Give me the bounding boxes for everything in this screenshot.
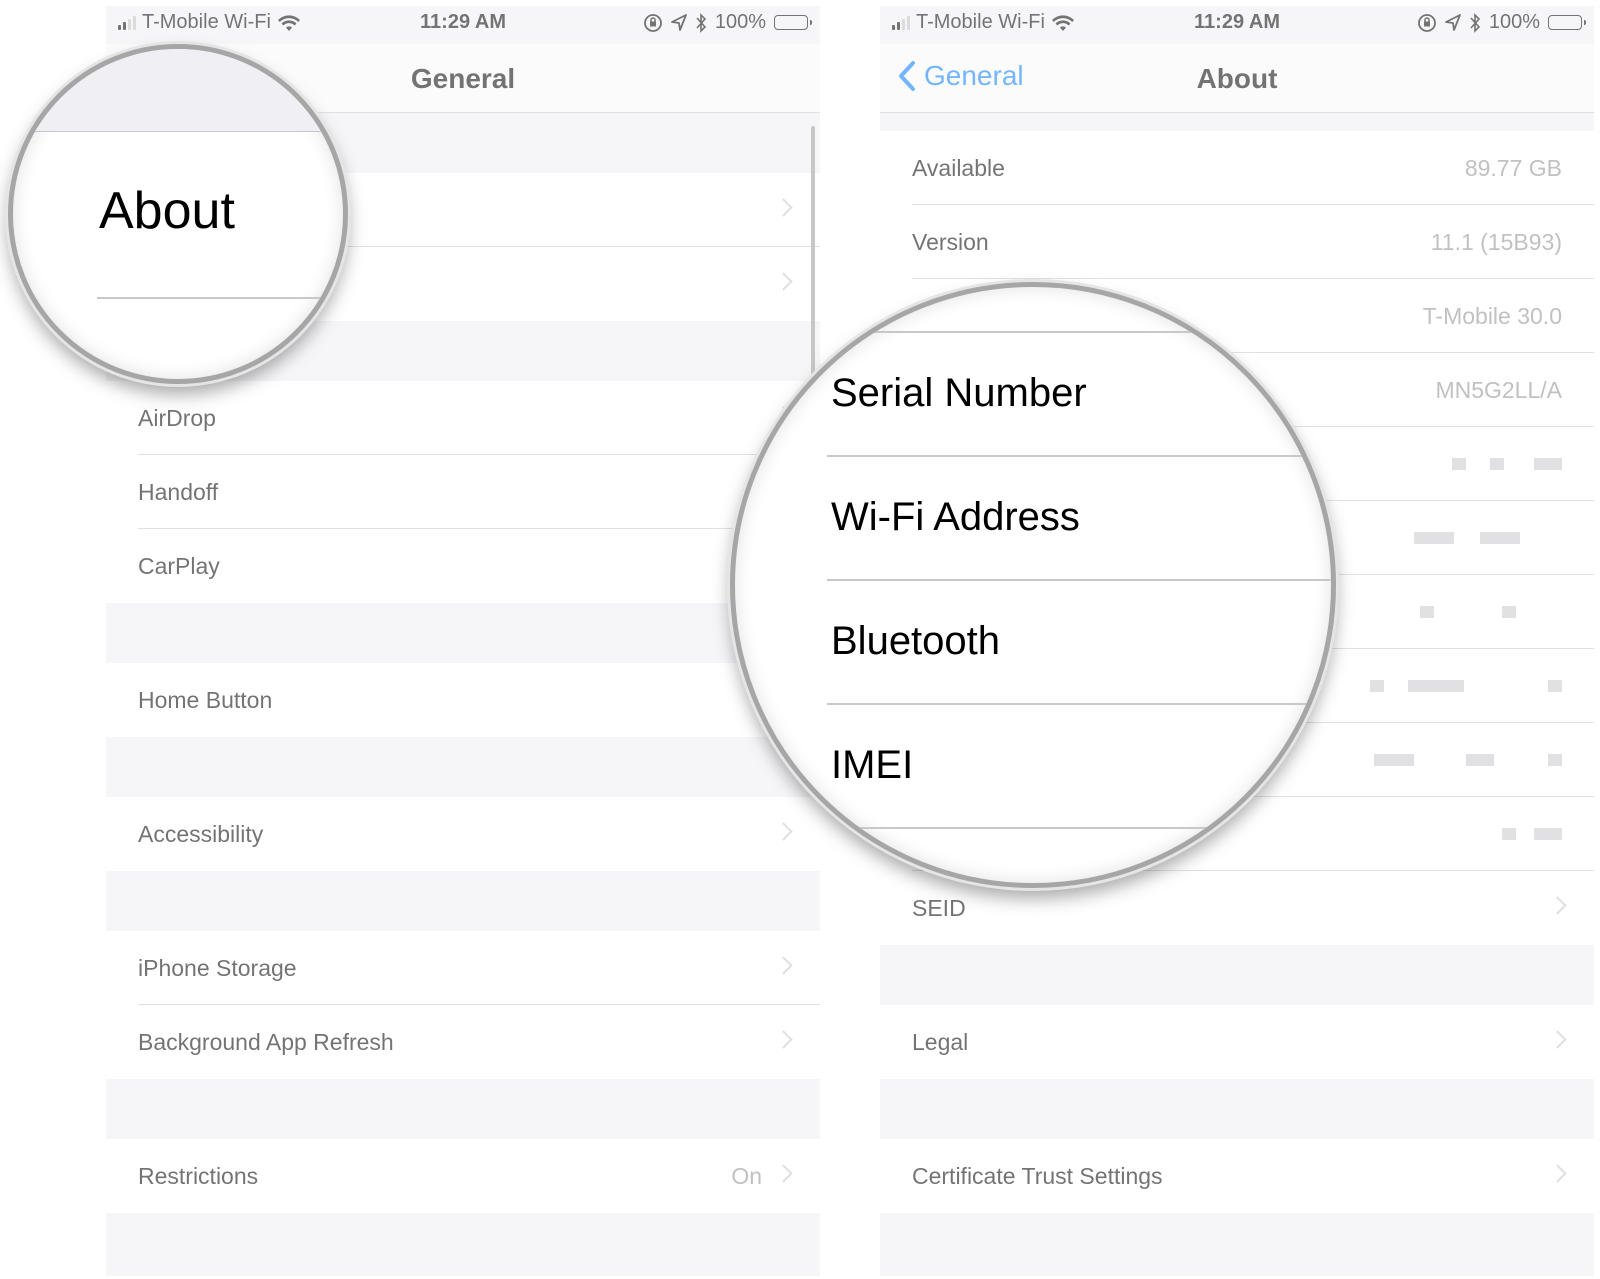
- status-right-indicators: 100%: [1417, 11, 1586, 34]
- row-value: MN5G2LL/A: [1435, 376, 1562, 403]
- redacted-value: [1502, 606, 1516, 618]
- status-bar: T-Mobile Wi-Fi 11:29 AM 100%: [106, 6, 820, 44]
- redacted-value: [1420, 606, 1434, 618]
- magnified-wifi-address: Wi-Fi Address: [831, 495, 1080, 539]
- redacted-value: [1452, 458, 1466, 470]
- nav-title: About: [1196, 63, 1278, 94]
- row-label: Home Button: [138, 686, 273, 713]
- chevron-right-icon: [774, 1030, 793, 1049]
- carrier-indicator: T-Mobile Wi-Fi: [118, 11, 301, 34]
- settings-row-restrictions[interactable]: Restrictions On: [106, 1139, 820, 1213]
- row-label: Restrictions: [138, 1162, 259, 1189]
- location-icon: [670, 13, 687, 31]
- row-value: T-Mobile 30.0: [1422, 302, 1562, 329]
- wifi-icon: [1051, 14, 1074, 31]
- redacted-value: [1548, 754, 1562, 766]
- row-label: Background App Refresh: [138, 1028, 394, 1055]
- settings-row-carplay[interactable]: CarPlay: [106, 529, 820, 603]
- row-label: SEID: [912, 894, 966, 921]
- about-row-version: Version 11.1 (15B93): [880, 205, 1594, 279]
- redacted-value: [1534, 828, 1562, 840]
- wifi-icon: [277, 14, 300, 31]
- bluetooth-icon: [1470, 12, 1480, 33]
- status-bar: T-Mobile Wi-Fi 11:29 AM 100%: [880, 6, 1594, 44]
- row-label: Version: [912, 228, 989, 255]
- settings-row-iphone-storage[interactable]: iPhone Storage: [106, 931, 820, 1005]
- chevron-right-icon: [774, 1164, 793, 1183]
- settings-row-handoff[interactable]: Handoff: [106, 455, 820, 529]
- magnifier-identifiers: Serial Number Wi-Fi Address Bluetooth IM…: [730, 282, 1336, 888]
- carrier-indicator: T-Mobile Wi-Fi: [892, 11, 1075, 34]
- about-row-certificate-trust-settings[interactable]: Certificate Trust Settings: [880, 1139, 1594, 1213]
- redacted-value: [1548, 680, 1562, 692]
- row-label: AirDrop: [138, 404, 216, 431]
- scroll-indicator: [811, 126, 815, 376]
- cellular-signal-icon: [892, 15, 910, 30]
- row-label: Available: [912, 154, 1005, 181]
- settings-row-airdrop[interactable]: AirDrop: [106, 381, 820, 455]
- status-right-indicators: 100%: [643, 11, 812, 34]
- about-row-available: Available 89.77 GB: [880, 131, 1594, 205]
- orientation-lock-icon: [643, 13, 662, 32]
- chevron-right-icon: [774, 272, 793, 291]
- battery-icon: [1548, 15, 1586, 30]
- redacted-value: [1534, 458, 1562, 470]
- magnified-serial-number: Serial Number: [831, 371, 1087, 415]
- row-value: 89.77 GB: [1464, 154, 1562, 181]
- redacted-value: [1370, 680, 1384, 692]
- settings-row-home-button[interactable]: Home Button: [106, 663, 820, 737]
- battery-icon: [774, 15, 812, 30]
- chevron-right-icon: [1548, 896, 1567, 915]
- location-icon: [1444, 13, 1461, 31]
- row-label: Legal: [912, 1028, 969, 1055]
- magnifier-about: About: [8, 44, 348, 384]
- row-value: 11.1 (15B93): [1430, 228, 1562, 255]
- redacted-value: [1408, 680, 1464, 692]
- row-label: iPhone Storage: [138, 954, 297, 981]
- settings-row-background-app-refresh[interactable]: Background App Refresh: [106, 1005, 820, 1079]
- battery-percent: 100%: [714, 11, 766, 33]
- navigation-bar: General About: [880, 44, 1594, 113]
- battery-percent: 100%: [1488, 11, 1540, 33]
- redacted-value: [1490, 458, 1504, 470]
- redacted-value: [1480, 532, 1520, 544]
- settings-row-accessibility[interactable]: Accessibility: [106, 797, 820, 871]
- redacted-value: [1466, 754, 1494, 766]
- chevron-right-icon: [774, 956, 793, 975]
- carrier-name: T-Mobile Wi-Fi: [142, 11, 271, 33]
- chevron-right-icon: [1548, 1164, 1567, 1183]
- cellular-signal-icon: [118, 15, 136, 30]
- carrier-name: T-Mobile Wi-Fi: [916, 11, 1045, 33]
- chevron-right-icon: [774, 198, 793, 217]
- row-label: Certificate Trust Settings: [912, 1162, 1163, 1189]
- row-label: Accessibility: [138, 820, 264, 847]
- chevron-right-icon: [774, 822, 793, 841]
- row-value: On: [731, 1162, 762, 1189]
- bluetooth-icon: [696, 12, 706, 33]
- chevron-right-icon: [1548, 1030, 1567, 1049]
- magnified-imei: IMEI: [831, 743, 914, 787]
- row-label: Handoff: [138, 478, 219, 505]
- redacted-value: [1502, 828, 1516, 840]
- about-row-legal[interactable]: Legal: [880, 1005, 1594, 1079]
- orientation-lock-icon: [1417, 13, 1436, 32]
- redacted-value: [1414, 532, 1454, 544]
- magnified-about-label: About: [99, 182, 235, 240]
- redacted-value: [1374, 754, 1414, 766]
- row-label: CarPlay: [138, 552, 220, 579]
- magnified-bluetooth: Bluetooth: [831, 619, 1001, 663]
